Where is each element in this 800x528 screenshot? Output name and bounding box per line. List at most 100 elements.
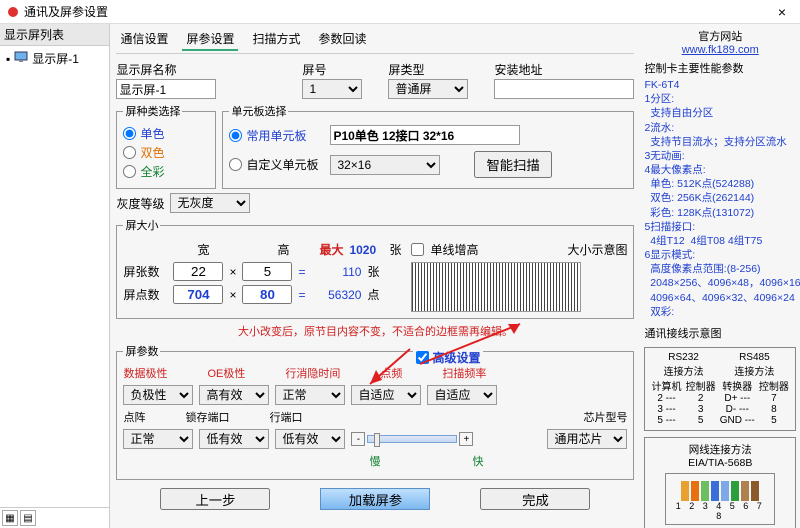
value-sheets-total: 110 xyxy=(311,265,361,279)
label-wiring: 通讯接线示意图 xyxy=(644,325,796,341)
label-single-line: 单线增高 xyxy=(430,241,478,258)
hdr-oe-polarity: OE极性 xyxy=(207,365,245,381)
legend-params: 屏参数 xyxy=(123,343,160,359)
window-title: 通讯及屏参设置 xyxy=(24,3,770,20)
label-card-params: 控制卡主要性能参数 xyxy=(644,60,796,76)
label-points: 屏点数 xyxy=(123,286,167,303)
tab-readback[interactable]: 参数回读 xyxy=(315,28,371,51)
radio-dual[interactable] xyxy=(123,146,136,159)
sel-oe-polarity[interactable]: 高有效 xyxy=(199,385,269,405)
input-common-unit[interactable] xyxy=(330,125,520,145)
label-common-unit: 常用单元板 xyxy=(246,127,326,144)
app-icon xyxy=(6,5,20,19)
value-max: 1020 xyxy=(349,243,389,257)
label-full: 全彩 xyxy=(140,163,164,180)
unit-point: 点 xyxy=(367,286,379,303)
sel-row-port[interactable]: 低有效 xyxy=(275,429,345,449)
sidebar-btn-2[interactable]: ▤ xyxy=(20,510,36,526)
slider-minus[interactable]: - xyxy=(351,432,365,446)
sidebar-btn-1[interactable]: ▦ xyxy=(2,510,18,526)
select-custom-unit[interactable]: 32×16 xyxy=(330,155,440,175)
tab-scan[interactable]: 扫描方式 xyxy=(248,28,304,51)
sel-dot-freq[interactable]: 自适应 xyxy=(351,385,421,405)
cable-standard: EIA/TIA-568B xyxy=(649,457,791,469)
label-custom-unit: 自定义单元板 xyxy=(246,156,326,173)
input-screen-name[interactable] xyxy=(116,79,216,99)
cable-header: 网线连接方法 xyxy=(649,442,791,457)
label-official-site: 官方网站 xyxy=(644,28,796,44)
btn-prev[interactable]: 上一步 xyxy=(160,488,270,510)
btn-done[interactable]: 完成 xyxy=(480,488,590,510)
sel-chip[interactable]: 通用芯片 xyxy=(547,429,627,449)
label-address: 安装地址 xyxy=(494,61,634,78)
label-preview: 大小示意图 xyxy=(567,241,627,258)
sidebar-header: 显示屏列表 xyxy=(0,24,109,46)
speed-slider[interactable]: - + xyxy=(351,432,473,446)
sel-data-polarity[interactable]: 负极性 xyxy=(123,385,193,405)
input-address[interactable] xyxy=(494,79,634,99)
slider-plus[interactable]: + xyxy=(459,432,473,446)
input-sheets-h[interactable] xyxy=(242,262,292,281)
radio-custom-unit[interactable] xyxy=(229,158,242,171)
tab-comm[interactable]: 通信设置 xyxy=(116,28,172,51)
label-gray: 灰度等级 xyxy=(116,195,164,212)
label-max: 最大 xyxy=(313,241,349,258)
select-gray[interactable]: 无灰度 xyxy=(170,193,250,213)
label-screen-name: 显示屏名称 xyxy=(116,61,296,78)
link-official-site[interactable]: www.fk189.com xyxy=(682,44,759,56)
label-screen-id: 屏号 xyxy=(302,61,382,78)
sel-dotmatrix[interactable]: 正常 xyxy=(123,429,193,449)
legend-kind: 屏种类选择 xyxy=(123,103,182,119)
close-icon[interactable]: × xyxy=(770,4,794,20)
hdr-scan-freq: 扫描频率 xyxy=(442,365,486,381)
slider-track[interactable] xyxy=(367,435,457,443)
label-screen-type: 屏类型 xyxy=(388,61,488,78)
radio-mono[interactable] xyxy=(123,127,136,140)
lbl-latch-port: 锁存端口 xyxy=(185,409,229,425)
lbl-chip: 芯片型号 xyxy=(583,409,627,425)
btn-load-params[interactable]: 加载屏参 xyxy=(320,488,430,510)
hdr-blank-time: 行消隐时间 xyxy=(285,365,340,381)
warning-text: 大小改变后，原节目内容不变，不适合的边框需再编辑。 xyxy=(116,323,634,339)
label-sheets: 屏张数 xyxy=(123,263,167,280)
select-screen-type[interactable]: 普通屏 xyxy=(388,79,468,99)
screen-tree[interactable]: ▪ 显示屏-1 xyxy=(0,46,109,507)
chk-advanced[interactable] xyxy=(416,351,429,364)
size-preview xyxy=(411,262,581,312)
hdr-dot-freq: 点频 xyxy=(380,365,402,381)
tree-item-label: 显示屏-1 xyxy=(32,50,79,67)
lbl-row-port: 行端口 xyxy=(269,409,302,425)
lbl-dotmatrix: 点阵 xyxy=(123,409,145,425)
sel-blank-time[interactable]: 正常 xyxy=(275,385,345,405)
hdr-data-polarity: 数据极性 xyxy=(123,365,167,381)
chk-single-line[interactable] xyxy=(411,243,424,256)
input-points-w[interactable] xyxy=(173,285,223,304)
label-height: 高 xyxy=(253,241,313,258)
card-info-text: FK-6T4 1分区: 支持自由分区 2流水: 支持节目流水；支持分区流水 3无… xyxy=(644,78,796,319)
input-sheets-w[interactable] xyxy=(173,262,223,281)
value-points-total: 56320 xyxy=(311,288,361,302)
cable-pin-numbers: 1 2 3 4 5 6 7 8 xyxy=(669,501,771,521)
radio-common-unit[interactable] xyxy=(229,129,242,142)
label-advanced: 高级设置 xyxy=(432,349,480,366)
label-dual: 双色 xyxy=(140,144,164,161)
monitor-icon xyxy=(14,51,28,66)
tree-item-screen1[interactable]: ▪ 显示屏-1 xyxy=(2,48,107,69)
input-points-h[interactable] xyxy=(242,285,292,304)
sel-scan-freq[interactable]: 自适应 xyxy=(427,385,497,405)
btn-smart-scan[interactable]: 智能扫描 xyxy=(474,151,551,178)
label-fast: 快 xyxy=(472,453,483,469)
unit-sheet-2: 张 xyxy=(367,263,379,280)
tree-bullet: ▪ xyxy=(6,52,10,66)
slider-thumb[interactable] xyxy=(374,433,380,447)
legend-size: 屏大小 xyxy=(123,217,160,233)
unit-sheet-1: 张 xyxy=(389,241,401,258)
select-screen-id[interactable]: 1 xyxy=(302,79,362,99)
tab-screen-params[interactable]: 屏参设置 xyxy=(182,28,238,51)
label-width: 宽 xyxy=(173,241,233,258)
sel-latch-port[interactable]: 低有效 xyxy=(199,429,269,449)
cable-diagram: 网线连接方法 EIA/TIA-568B 1 2 3 4 5 6 7 8 xyxy=(644,437,796,528)
radio-full[interactable] xyxy=(123,165,136,178)
label-mono: 单色 xyxy=(140,125,164,142)
wiring-diagram: RS232RS485 连接方法连接方法 计算机控制器转换器控制器 2 ---2D… xyxy=(644,347,796,431)
